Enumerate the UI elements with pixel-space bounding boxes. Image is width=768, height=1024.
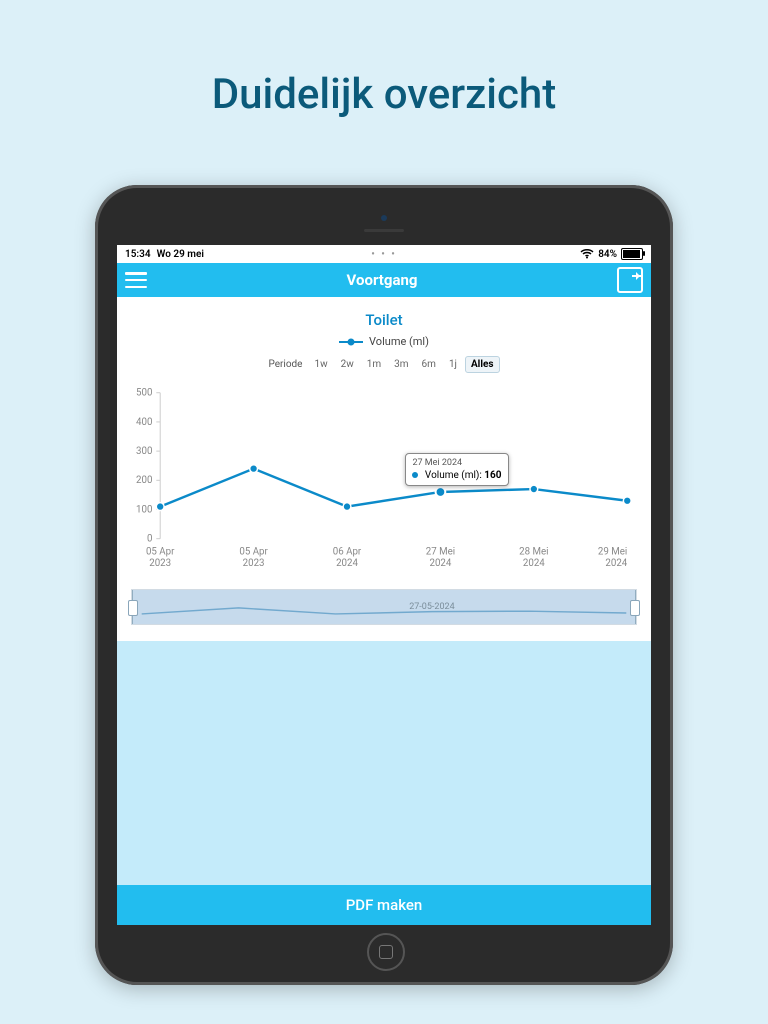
svg-text:200: 200	[136, 475, 152, 486]
chart-navigator[interactable]: 27-05-2024	[131, 589, 637, 625]
navigator-selection[interactable]	[132, 590, 636, 624]
period-option-6m[interactable]: 6m	[417, 357, 441, 372]
chart-area: Toilet Volume (ml) Periode 1w 2w 1m 3m 6…	[117, 297, 651, 641]
device-camera	[381, 215, 387, 221]
menu-icon[interactable]	[125, 272, 147, 288]
empty-area	[117, 641, 651, 885]
status-time: 15:34	[125, 249, 151, 260]
page-title: Voortgang	[347, 271, 418, 289]
svg-text:300: 300	[136, 446, 152, 457]
period-option-1w[interactable]: 1w	[309, 357, 332, 372]
svg-text:05 Apr: 05 Apr	[146, 546, 175, 557]
period-option-1j[interactable]: 1j	[444, 357, 462, 372]
battery-icon	[621, 248, 643, 260]
period-option-3m[interactable]: 3m	[389, 357, 413, 372]
svg-text:500: 500	[136, 388, 152, 399]
wifi-icon	[580, 249, 594, 259]
status-date: Wo 29 mei	[157, 249, 204, 260]
period-option-2w[interactable]: 2w	[336, 357, 359, 372]
period-label: Periode	[268, 359, 302, 370]
period-picker: Periode 1w 2w 1m 3m 6m 1j Alles	[125, 356, 643, 373]
device-screen: 15:34 Wo 29 mei • • • 84%	[117, 245, 651, 925]
status-battery-pct: 84%	[598, 249, 617, 260]
device-speaker	[364, 229, 404, 232]
tooltip-value: 160	[484, 470, 501, 481]
marketing-headline: Duidelijk overzicht	[0, 70, 768, 119]
tooltip-title: 27 Mei 2024	[412, 458, 501, 468]
device-home-button[interactable]	[367, 933, 405, 971]
legend-marker-icon	[339, 337, 363, 347]
device-frame: 15:34 Wo 29 mei • • • 84%	[95, 185, 673, 985]
chart-title: Toilet	[125, 311, 643, 329]
share-icon[interactable]	[617, 267, 643, 293]
svg-text:0: 0	[147, 534, 152, 545]
svg-text:05 Apr: 05 Apr	[239, 546, 268, 557]
period-option-1m[interactable]: 1m	[362, 357, 386, 372]
chart-legend: Volume (ml)	[125, 335, 643, 348]
pdf-button[interactable]: PDF maken	[117, 885, 651, 925]
svg-text:2024: 2024	[523, 558, 545, 569]
svg-text:2023: 2023	[243, 558, 265, 569]
svg-text:400: 400	[136, 417, 152, 428]
tooltip-series: Volume (ml):	[425, 470, 482, 481]
svg-text:29 Mei: 29 Mei	[598, 546, 627, 557]
svg-text:06 Apr: 06 Apr	[333, 546, 362, 557]
app-header: Voortgang	[117, 263, 651, 297]
chart-tooltip: 27 Mei 2024 Volume (ml): 160	[405, 453, 508, 486]
legend-label: Volume (ml)	[369, 335, 429, 348]
chart-canvas[interactable]: 010020030040050005 Apr202305 Apr202306 A…	[131, 383, 637, 583]
navigator-label: 27-05-2024	[409, 602, 454, 612]
svg-text:100: 100	[136, 504, 152, 515]
status-center: • • •	[298, 249, 471, 260]
svg-text:28 Mei: 28 Mei	[519, 546, 548, 557]
svg-text:2023: 2023	[149, 558, 171, 569]
period-option-alles[interactable]: Alles	[465, 356, 500, 373]
svg-text:2024: 2024	[605, 558, 627, 569]
svg-text:27 Mei: 27 Mei	[426, 546, 455, 557]
svg-text:2024: 2024	[429, 558, 451, 569]
tooltip-dot-icon	[412, 472, 418, 478]
svg-text:2024: 2024	[336, 558, 358, 569]
status-bar: 15:34 Wo 29 mei • • • 84%	[117, 245, 651, 263]
